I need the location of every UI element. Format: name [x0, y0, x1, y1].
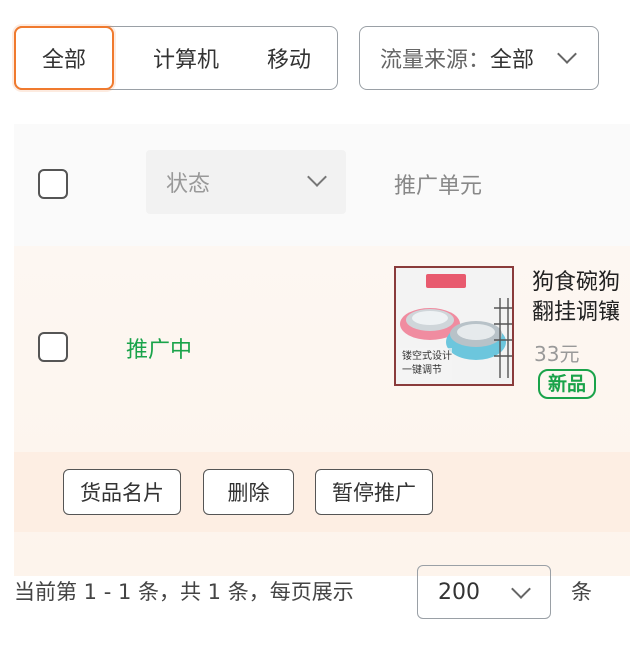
delete-button-label: 删除 — [227, 481, 270, 505]
promotion-list-panel: 全部 计算机 移动 流量来源： 全部 状态 推广单元 推广中 镂空式设计 一键调… — [0, 0, 630, 646]
pause-promotion-button[interactable]: 暂停推广 — [315, 469, 433, 515]
product-card-button[interactable]: 货品名片 — [63, 469, 181, 515]
row-checkbox[interactable] — [38, 332, 68, 362]
tab-computer-label: 计算机 — [152, 48, 219, 73]
tab-mobile[interactable]: 移动 — [251, 26, 327, 90]
product-name-link[interactable]: 狗食碗狗 翻挂调镶 — [532, 268, 630, 328]
table-header: 状态 推广单元 — [14, 124, 630, 246]
status-filter-placeholder: 状态 — [166, 172, 211, 197]
traffic-source-label: 流量来源： — [380, 48, 491, 73]
traffic-source-value: 全部 — [490, 48, 535, 73]
product-card-button-label: 货品名片 — [80, 481, 164, 505]
column-header-unit: 推广单元 — [394, 174, 483, 199]
chevron-down-icon — [511, 579, 531, 599]
product-name-line-1: 狗食碗狗 — [532, 270, 621, 295]
chevron-down-icon — [307, 167, 327, 187]
tab-all-label: 全部 — [41, 48, 86, 73]
pagination-unit: 条 — [571, 580, 592, 604]
delete-button[interactable]: 删除 — [203, 469, 294, 515]
tab-computer[interactable]: 计算机 — [131, 26, 241, 90]
thumb-caption-2: 一键调节 — [402, 365, 442, 376]
pagination-info: 当前第 1 - 1 条，共 1 条，每页展示 — [14, 580, 354, 604]
product-thumbnail[interactable]: 镂空式设计 一键调节 — [394, 266, 514, 386]
pause-promotion-button-label: 暂停推广 — [332, 481, 416, 505]
page-size-value: 200 — [438, 579, 480, 605]
chevron-down-icon — [557, 44, 577, 64]
select-all-checkbox[interactable] — [38, 169, 68, 199]
new-product-badge: 新品 — [538, 369, 597, 399]
product-name-line-2: 翻挂调镶 — [532, 300, 621, 325]
promotion-table: 状态 推广单元 推广中 镂空式设计 一键调节 狗食碗狗 翻挂调镶 33元 新品 … — [14, 124, 630, 576]
tab-mobile-label: 移动 — [266, 48, 311, 73]
product-price: 33元 — [534, 342, 580, 366]
page-size-select[interactable]: 200 — [417, 565, 551, 619]
traffic-source-select[interactable]: 流量来源： 全部 — [359, 26, 599, 90]
row-status: 推广中 — [126, 338, 193, 363]
device-tab-group: 全部 计算机 移动 — [14, 26, 338, 90]
tab-all[interactable]: 全部 — [14, 26, 114, 90]
status-filter-select[interactable]: 状态 — [146, 150, 346, 214]
thumb-caption-1: 镂空式设计 — [402, 351, 452, 362]
